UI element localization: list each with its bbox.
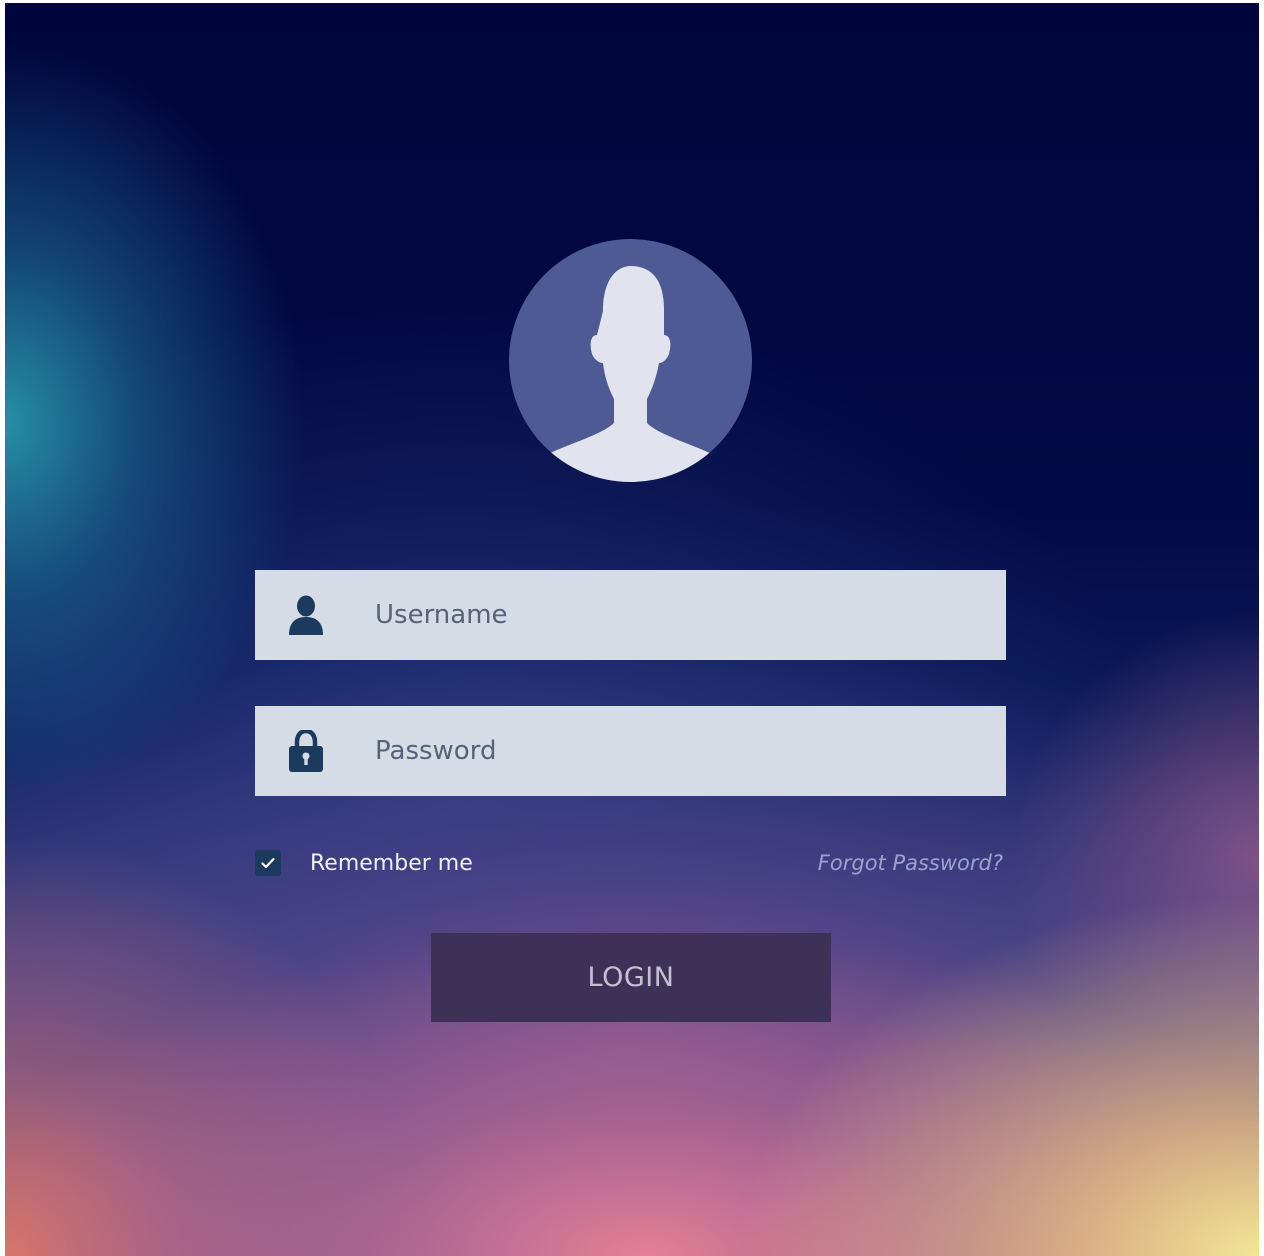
remember-label: Remember me bbox=[310, 850, 473, 876]
remember-checkbox[interactable] bbox=[255, 850, 281, 876]
remember-me[interactable]: Remember me bbox=[255, 848, 473, 878]
user-icon bbox=[255, 570, 375, 660]
password-field[interactable] bbox=[255, 706, 1006, 796]
lock-icon bbox=[255, 706, 375, 796]
avatar bbox=[509, 239, 752, 482]
login-button[interactable]: LOGIN bbox=[431, 933, 831, 1022]
password-input[interactable] bbox=[375, 721, 975, 781]
login-screen: Remember me Forgot Password? LOGIN bbox=[5, 3, 1259, 1256]
user-silhouette-icon bbox=[548, 266, 712, 482]
checkmark-icon bbox=[261, 857, 275, 869]
username-input[interactable] bbox=[375, 585, 975, 645]
username-field[interactable] bbox=[255, 570, 1006, 660]
forgot-password-link[interactable]: Forgot Password? bbox=[818, 848, 1003, 878]
